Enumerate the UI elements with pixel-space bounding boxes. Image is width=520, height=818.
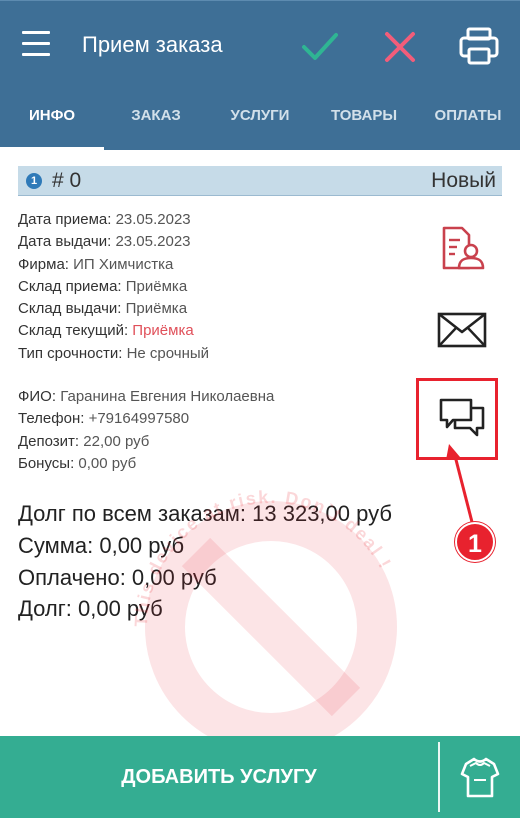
client-label: Депозит:	[18, 432, 80, 450]
order-status: Новый	[431, 169, 496, 192]
detail-row: Фирма: ИП Химчистка	[18, 254, 209, 276]
detail-row: Склад выдачи: Приёмка	[18, 298, 209, 320]
detail-row: Склад приема: Приёмка	[18, 276, 209, 298]
tab-info[interactable]: ИНФО	[0, 88, 104, 150]
printer-icon[interactable]	[456, 23, 502, 69]
tab-bar: ИНФО ЗАКАЗ УСЛУГИ ТОВАРЫ ОПЛАТЫ	[0, 88, 520, 150]
envelope-icon[interactable]	[437, 312, 487, 348]
order-intake-screen: Прием заказа ИНФО ЗАКАЗ УСЛУГИ ТОВАРЫ ОП…	[0, 0, 520, 818]
detail-row: Тип срочности: Не срочный	[18, 343, 209, 365]
menu-icon[interactable]	[22, 31, 56, 61]
client-card-icon[interactable]	[436, 224, 488, 272]
clothes-icon[interactable]	[440, 736, 520, 818]
app-bar: Прием заказа	[0, 0, 520, 88]
client-row: Депозит: 22,00 руб	[18, 431, 274, 453]
client-label: Бонусы:	[18, 454, 75, 472]
detail-label: Дата приема:	[18, 211, 112, 228]
page-title: Прием заказа	[82, 32, 223, 57]
add-service-button[interactable]: ДОБАВИТЬ УСЛУГУ	[0, 736, 438, 818]
detail-value: Приёмка	[125, 277, 188, 295]
order-totals: Долг по всем заказам: 13 323,00 руб Сумм…	[18, 498, 392, 625]
detail-label: Склад текущий:	[18, 322, 129, 340]
close-icon[interactable]	[378, 25, 422, 69]
detail-value: ИП Химчистка	[73, 255, 174, 273]
detail-row: Дата приема: 23.05.2023	[18, 209, 209, 231]
detail-value: 23.05.2023	[115, 211, 191, 228]
detail-value: 23.05.2023	[115, 233, 191, 251]
tab-goods[interactable]: ТОВАРЫ	[312, 88, 416, 150]
total-debt-all-orders: Долг по всем заказам: 13 323,00 руб	[18, 501, 392, 526]
tab-services[interactable]: УСЛУГИ	[208, 88, 312, 150]
tab-order[interactable]: ЗАКАЗ	[104, 88, 208, 150]
order-debt: Долг: 0,00 руб	[18, 596, 163, 622]
client-row: Телефон: +79164997580	[18, 408, 274, 430]
detail-label: Склад приема:	[18, 277, 122, 295]
current-warehouse-value: Приёмка	[132, 322, 194, 340]
client-details: ФИО: Гаранина Евгения Николаевна Телефон…	[18, 386, 274, 475]
client-value: 22,00 руб	[83, 432, 150, 450]
detail-value: Приёмка	[125, 300, 188, 318]
order-paid: Оплачено: 0,00 руб	[18, 564, 217, 590]
detail-row: Склад текущий: Приёмка	[18, 320, 209, 342]
detail-label: Дата выдачи:	[18, 233, 112, 251]
client-row: Бонусы: 0,00 руб	[18, 453, 274, 475]
order-number: # 0	[52, 169, 82, 192]
callout-number-badge: 1	[455, 522, 495, 562]
bottom-action-bar: ДОБАВИТЬ УСЛУГУ	[0, 736, 520, 818]
order-header: 1 # 0 Новый	[18, 166, 502, 196]
detail-label: Склад выдачи:	[18, 300, 122, 318]
detail-label: Фирма:	[18, 255, 69, 273]
client-value: Гаранина Евгения Николаевна	[60, 388, 275, 405]
client-row: ФИО: Гаранина Евгения Николаевна	[18, 386, 274, 408]
client-value: 0,00 руб	[78, 454, 137, 472]
detail-value: Не срочный	[126, 344, 210, 362]
detail-label: Тип срочности:	[18, 344, 123, 362]
tab-payments[interactable]: ОПЛАТЫ	[416, 88, 520, 150]
order-badge: 1	[26, 173, 42, 189]
client-label: ФИО:	[18, 388, 57, 405]
check-icon[interactable]	[298, 25, 342, 69]
order-details: Дата приема: 23.05.2023 Дата выдачи: 23.…	[18, 209, 209, 365]
client-value: +79164997580	[88, 410, 190, 428]
chat-highlight-box	[416, 378, 498, 460]
client-label: Телефон:	[18, 410, 85, 428]
order-sum: Сумма: 0,00 руб	[18, 532, 185, 558]
detail-row: Дата выдачи: 23.05.2023	[18, 231, 209, 253]
